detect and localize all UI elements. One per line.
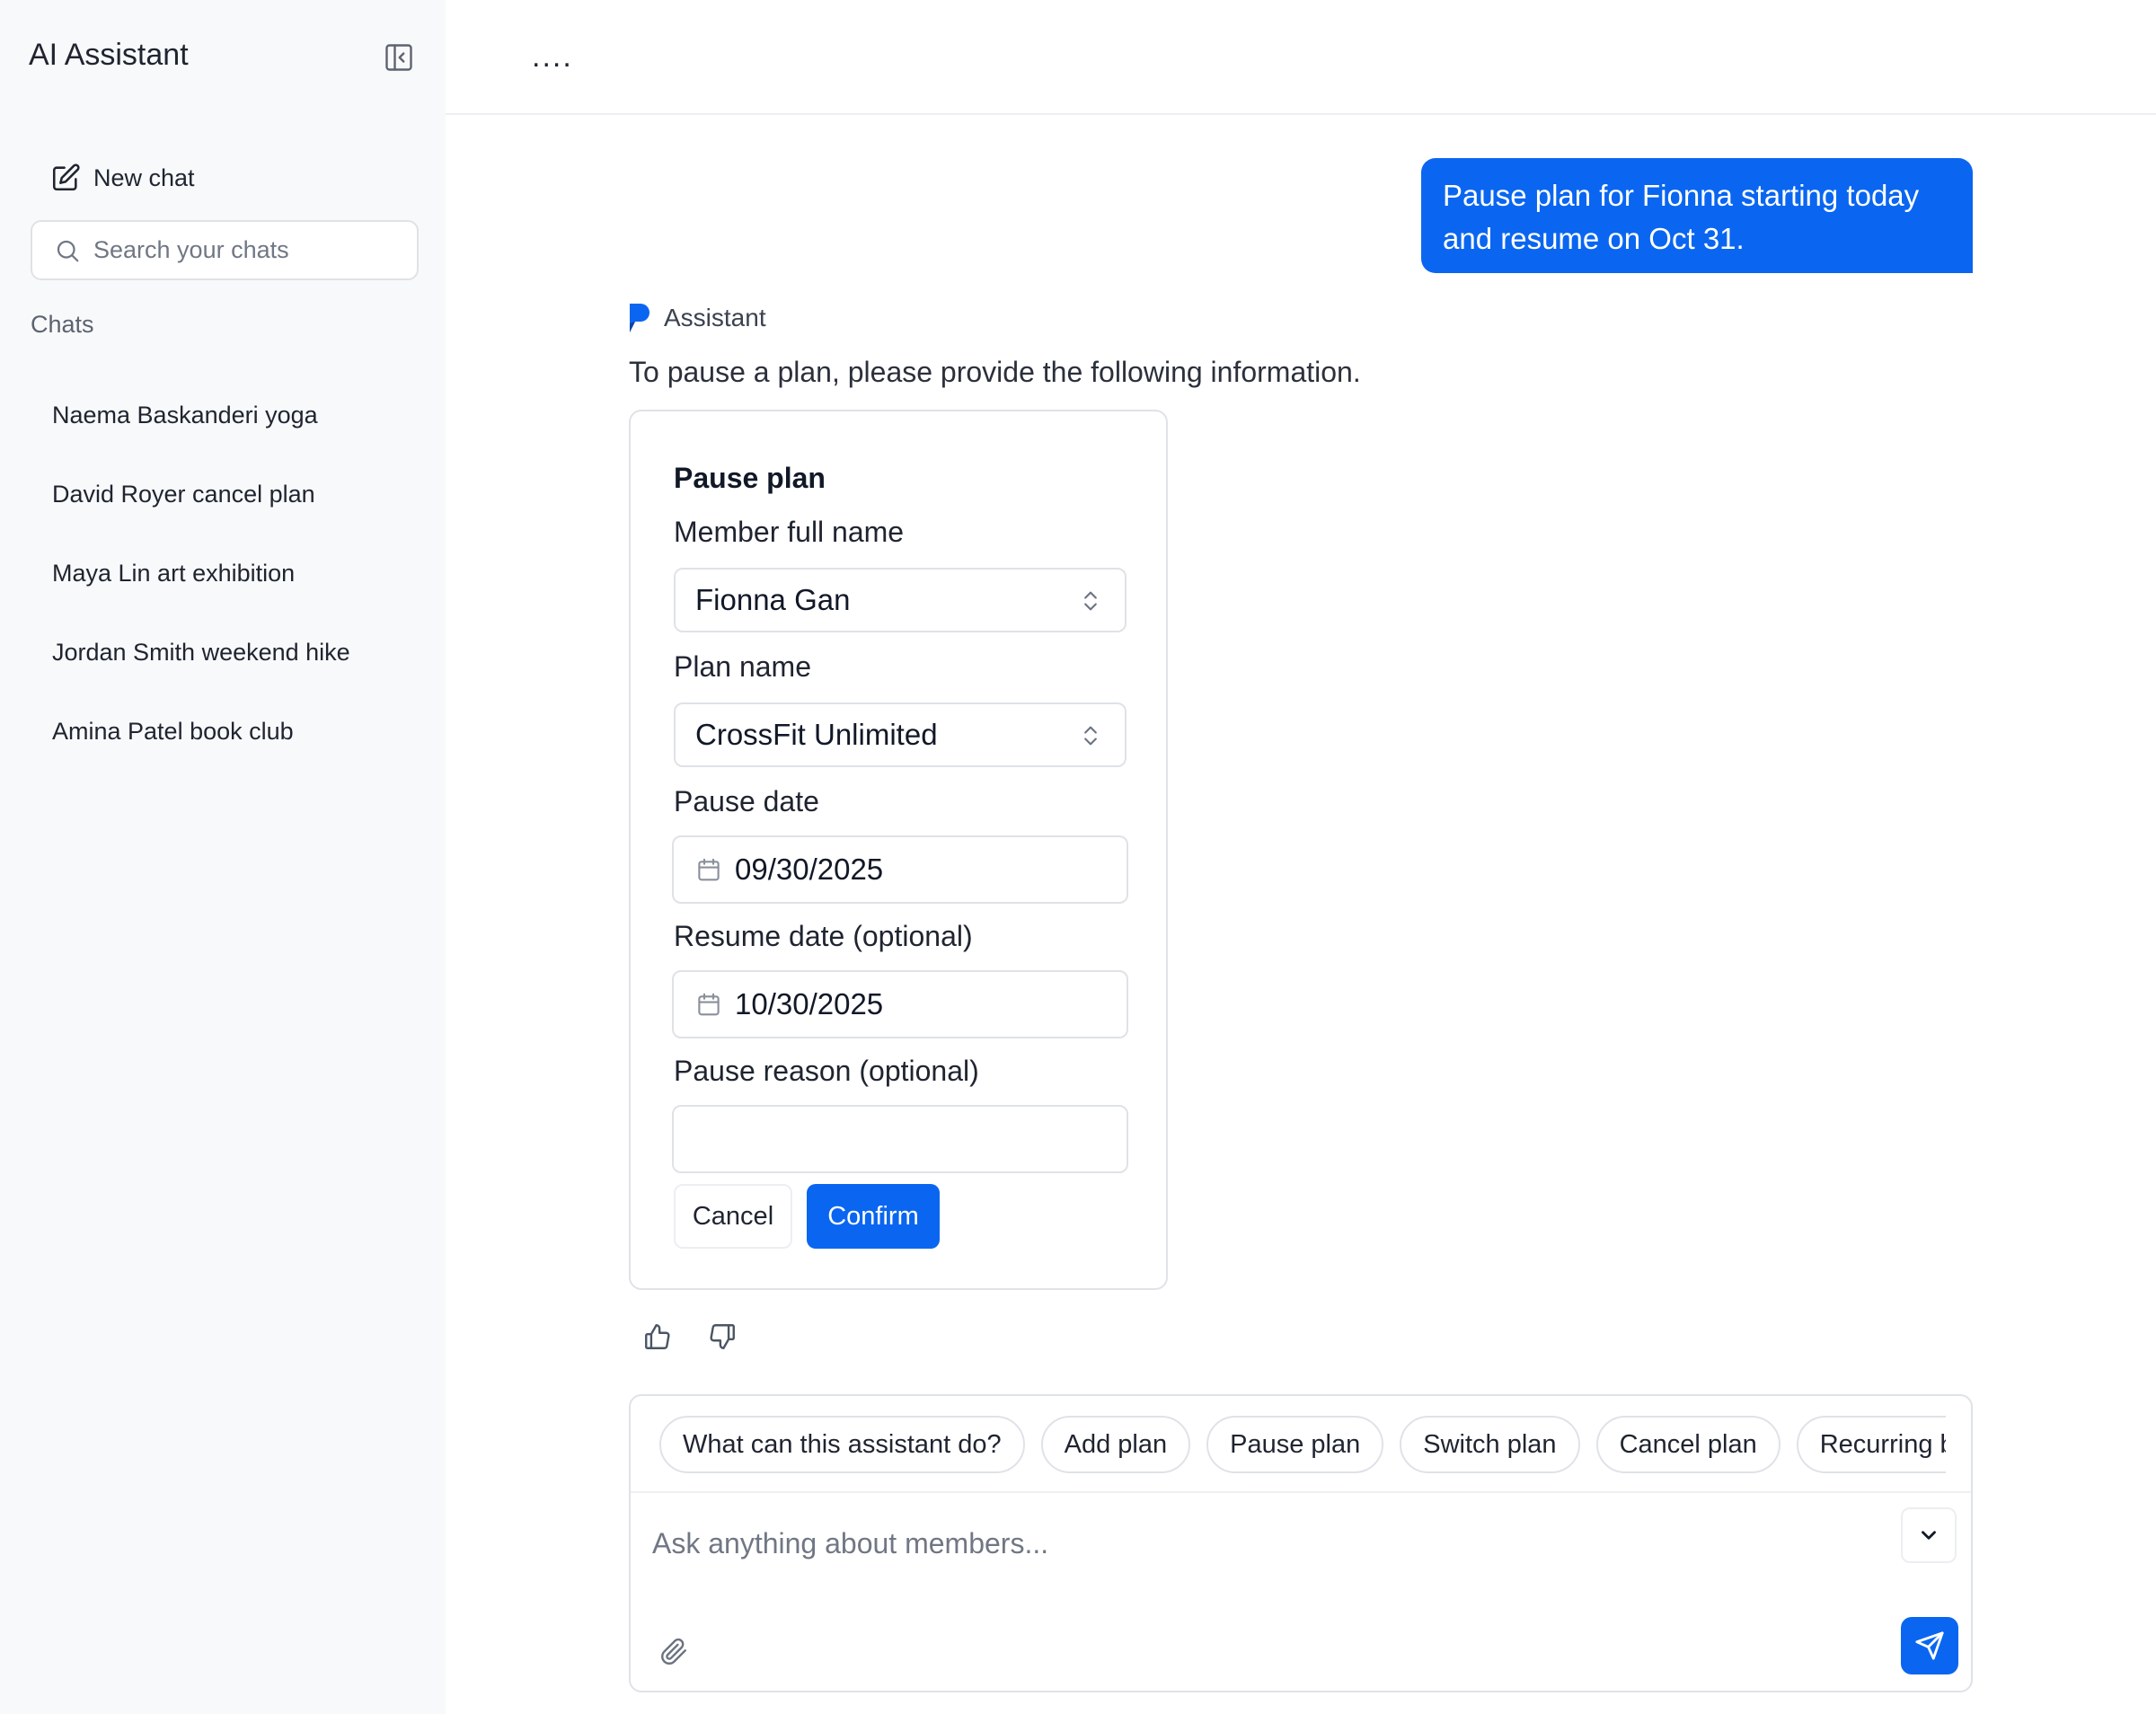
chevron-up-down-icon — [1084, 726, 1097, 746]
topbar: .... — [446, 0, 2156, 115]
pause-plan-form: Pause plan Member full name Fionna Gan P… — [629, 410, 1168, 1290]
thumbs-up-button[interactable] — [638, 1317, 677, 1356]
paperclip-icon — [661, 1638, 686, 1665]
new-chat-button[interactable]: New chat — [50, 158, 195, 198]
new-chat-label: New chat — [93, 163, 195, 191]
sidebar: AI Assistant New chat Chats Naema Baskan… — [0, 0, 446, 1714]
chat-item[interactable]: Naema Baskanderi yoga — [31, 375, 419, 455]
search-box — [31, 220, 419, 280]
assistant-header: Assistant — [628, 304, 766, 332]
suggestion-chip[interactable]: Add plan — [1040, 1416, 1191, 1473]
user-message-bubble: Pause plan for Fionna starting today and… — [1421, 158, 1973, 273]
thumbs-up-icon — [645, 1324, 670, 1349]
edit-icon — [52, 163, 80, 191]
form-title: Pause plan — [674, 462, 826, 494]
member-name-select[interactable]: Fionna Gan — [674, 568, 1127, 632]
resume-date-label: Resume date (optional) — [674, 920, 973, 952]
pause-date-label: Pause date — [674, 785, 819, 817]
suggestion-chip[interactable]: Pause plan — [1206, 1416, 1384, 1473]
thumbs-down-button[interactable] — [702, 1317, 742, 1356]
pause-date-input[interactable]: 09/30/2025 — [672, 835, 1128, 904]
message-input[interactable] — [650, 1507, 1872, 1579]
member-name-value: Fionna Gan — [695, 583, 851, 616]
plan-name-label: Plan name — [674, 650, 811, 683]
thumbs-down-icon — [710, 1324, 735, 1349]
pause-date-value: 09/30/2025 — [735, 853, 884, 886]
chat-item[interactable]: Amina Patel book club — [31, 692, 419, 771]
chat-item[interactable]: Maya Lin art exhibition — [31, 534, 419, 613]
pause-reason-label: Pause reason (optional) — [674, 1055, 979, 1087]
calendar-icon — [698, 993, 720, 1016]
search-icon — [57, 240, 79, 261]
plan-name-select[interactable]: CrossFit Unlimited — [674, 702, 1127, 767]
chat-item[interactable]: Jordan Smith weekend hike — [31, 613, 419, 692]
chevron-up-down-icon — [1084, 591, 1097, 611]
send-button[interactable] — [1901, 1617, 1958, 1674]
search-input[interactable] — [93, 236, 399, 264]
suggestion-row: What can this assistant do? Add plan Pause… — [631, 1396, 1971, 1493]
suggestion-chip[interactable]: What can this assistant do? — [659, 1416, 1025, 1473]
suggestion-track: What can this assistant do? Add plan Pause… — [659, 1416, 1946, 1473]
app-title: AI Assistant — [29, 38, 189, 72]
expand-options-button[interactable] — [1901, 1507, 1957, 1563]
sidebar-collapse-icon — [385, 44, 412, 71]
member-name-label: Member full name — [674, 516, 905, 548]
more-options-button[interactable]: .... — [532, 40, 573, 75]
composer: What can this assistant do? Add plan Pause… — [629, 1394, 1973, 1692]
chat-item[interactable]: David Royer cancel plan — [31, 455, 419, 534]
chat-list: Naema Baskanderi yoga David Royer cancel… — [31, 375, 419, 771]
assistant-logo-icon — [630, 304, 649, 332]
send-icon — [1915, 1631, 1944, 1660]
assistant-name: Assistant — [664, 304, 766, 331]
suggestion-chip[interactable]: Recurring booking — [1796, 1416, 1946, 1473]
collapse-sidebar-button[interactable] — [377, 38, 420, 77]
plan-name-value: CrossFit Unlimited — [695, 718, 938, 751]
suggestion-chip[interactable]: Switch plan — [1400, 1416, 1580, 1473]
suggestion-chip[interactable]: Cancel plan — [1595, 1416, 1780, 1473]
chevron-down-icon — [1922, 1531, 1936, 1540]
confirm-button[interactable]: Confirm — [807, 1184, 940, 1249]
sidebar-header: AI Assistant — [0, 0, 446, 115]
calendar-icon — [698, 858, 720, 881]
chats-heading: Chats — [31, 311, 94, 338]
assistant-message: To pause a plan, please provide the foll… — [629, 356, 1361, 388]
resume-date-input[interactable]: 10/30/2025 — [672, 970, 1128, 1038]
resume-date-value: 10/30/2025 — [735, 987, 884, 1020]
cancel-button[interactable]: Cancel — [674, 1184, 792, 1249]
pause-reason-input[interactable] — [672, 1105, 1128, 1173]
attach-button[interactable] — [654, 1631, 694, 1671]
